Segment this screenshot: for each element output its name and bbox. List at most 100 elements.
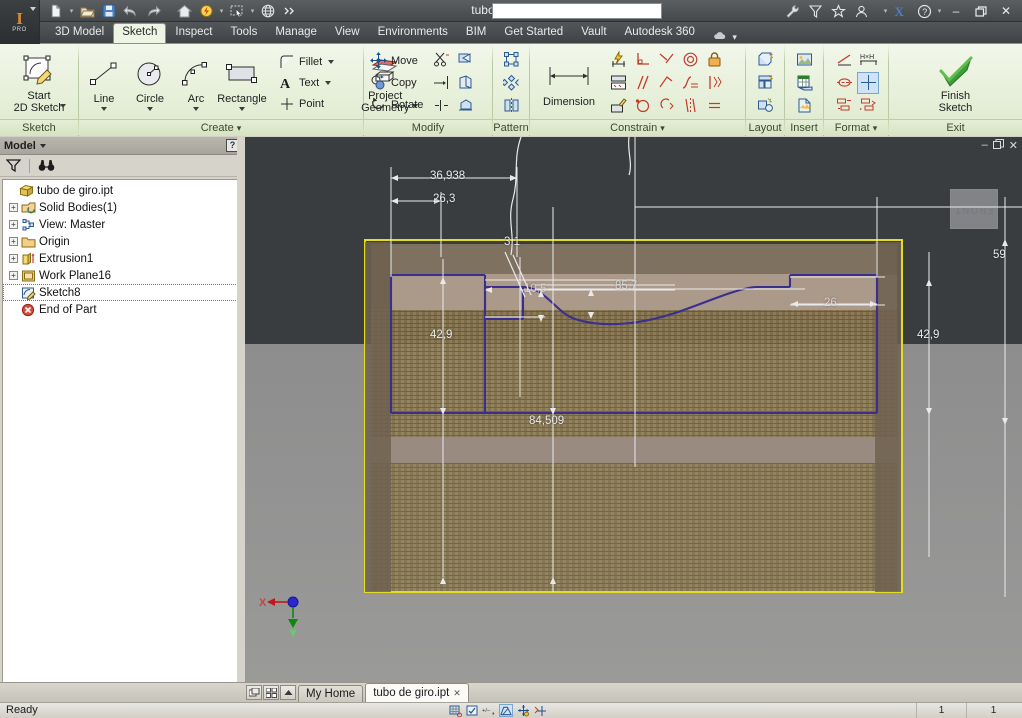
stretch-icon[interactable] [454,95,476,117]
offset-icon[interactable] [454,49,476,71]
constraint-display-icon[interactable] [465,704,479,717]
perpendicular-constraint-icon[interactable] [631,49,653,71]
circular-pattern-icon[interactable] [500,72,522,94]
tree-node-solid-bodies[interactable]: + Solid Bodies(1) [3,199,240,216]
expand-icon[interactable]: + [9,271,18,280]
application-menu-button[interactable]: I PRO [0,0,40,44]
slice-graphics-icon[interactable] [499,704,513,717]
center-point-icon[interactable] [857,71,879,94]
text-button[interactable]: A Text [276,73,339,93]
tree-node-origin[interactable]: + Origin [3,233,240,250]
star-icon[interactable] [827,1,849,21]
tree-node-work-plane16[interactable]: + Work Plane16 [3,267,240,284]
wrench-icon[interactable] [781,1,803,21]
chevron-down-icon[interactable] [39,143,46,148]
dimension-857[interactable]: 85,7 [615,280,637,292]
dimension-26[interactable]: 26 [824,297,837,309]
create-block-icon[interactable] [754,49,776,71]
concentric-constraint-icon[interactable] [655,95,677,117]
expand-icon[interactable]: + [9,220,18,229]
close-icon[interactable]: ✕ [453,688,461,699]
fix-constraint-icon[interactable] [703,49,725,71]
tree-node-end-of-part[interactable]: End of Part [3,301,240,318]
auto-dimension-icon[interactable] [607,49,629,71]
tangent-constraint-icon[interactable] [655,72,677,94]
dimension-429-right[interactable]: 42,9 [917,329,939,341]
dimension-105[interactable]: 10,5 [524,283,546,295]
grid-snap-icon[interactable] [448,704,462,717]
restore-button[interactable] [969,1,993,21]
chevron-down-icon[interactable] [325,80,332,85]
concentric-circles-icon[interactable] [679,49,701,71]
select-icon[interactable] [227,1,247,21]
tab-bim[interactable]: BIM [457,23,495,43]
tab-vault[interactable]: Vault [572,23,615,43]
dimension-84509[interactable]: 84,509 [529,415,564,427]
dimension-263[interactable]: 26,3 [433,193,455,205]
select-dropdown-icon[interactable]: ▾ [249,1,256,21]
chevron-down-icon[interactable] [60,103,67,108]
help-icon[interactable]: ? [913,1,935,21]
new-file-dropdown-icon[interactable]: ▾ [68,1,75,21]
constraint-dof-icon[interactable] [533,704,547,717]
chevron-down-icon[interactable] [147,106,153,111]
move-button[interactable]: Move [367,50,428,71]
point-button[interactable]: Point [276,94,339,114]
dimension-59[interactable]: 59 [993,249,1006,261]
panel-splitter[interactable] [237,137,245,682]
line-button[interactable]: Line [82,55,126,111]
tab-sketch[interactable]: Sketch [113,23,167,43]
tab-environments[interactable]: Environments [369,23,457,43]
expand-icon[interactable]: + [9,237,18,246]
format-misc-icon[interactable] [857,95,879,117]
redo-icon[interactable] [143,1,163,21]
fillet-button[interactable]: Fillet [276,52,339,72]
model-tree[interactable]: tubo de giro.ipt + Solid Bodies(1) + Vie… [2,179,241,690]
chevron-down-icon[interactable] [30,7,36,11]
update-dropdown-icon[interactable]: ▾ [218,1,225,21]
inner-restore-button[interactable] [992,139,1004,152]
inner-minimize-button[interactable]: – [982,139,988,152]
tile-windows-icon[interactable] [246,685,262,700]
centerline-icon[interactable] [833,72,855,94]
expand-icon[interactable]: + [9,254,18,263]
dimension-31[interactable]: 3,1 [504,236,520,248]
tab-my-home[interactable]: My Home [298,685,364,702]
tab-manage[interactable]: Manage [266,23,326,43]
user-icon[interactable] [850,1,872,21]
sign-in-dropdown-icon[interactable]: ▾ [882,1,889,21]
copy-button[interactable]: Copy [367,72,428,93]
tab-autodesk-360[interactable]: Autodesk 360 [616,23,704,43]
chevron-down-icon[interactable] [101,106,107,111]
dimension-button[interactable]: Dimension [533,58,605,108]
tree-node-view-master[interactable]: + View: Master [3,216,240,233]
dimension-429-left[interactable]: 42,9 [430,329,452,341]
update-icon[interactable] [196,1,216,21]
insert-excel-icon[interactable] [793,72,815,94]
filter-icon[interactable] [6,159,21,172]
rotate-button[interactable]: Rotate [367,94,428,115]
construction-line-icon[interactable] [833,49,855,71]
split-icon[interactable] [430,95,452,117]
binoculars-icon[interactable] [38,159,55,172]
appearance-globe-icon[interactable] [258,1,278,21]
collinear-constraint-icon[interactable] [655,49,677,71]
tab-view[interactable]: View [326,23,369,43]
graphics-viewport[interactable]: – ✕ FRONT 36,938 26,3 3,1 10,5 85,7 26 4… [245,137,1022,682]
new-file-icon[interactable] [46,1,66,21]
trim-icon[interactable] [430,49,452,71]
arc-button[interactable]: Arc [174,55,218,111]
insert-point-cloud-icon[interactable] [793,95,815,117]
insert-block-icon[interactable] [754,72,776,94]
arrange-icons-icon[interactable] [263,685,279,700]
chevron-down-icon[interactable] [328,59,335,64]
tab-3d-model[interactable]: 3D Model [46,23,113,43]
dimension-display-icon[interactable]: +/– [482,704,496,717]
chevron-down-icon[interactable] [239,106,245,111]
scroll-up-icon[interactable] [280,685,296,700]
autodesk-exchange-icon[interactable]: X [890,1,912,21]
more-commands-icon[interactable] [280,1,300,21]
rectangular-pattern-icon[interactable] [500,49,522,71]
undo-icon[interactable] [121,1,141,21]
constraint-settings-icon[interactable] [607,95,629,117]
